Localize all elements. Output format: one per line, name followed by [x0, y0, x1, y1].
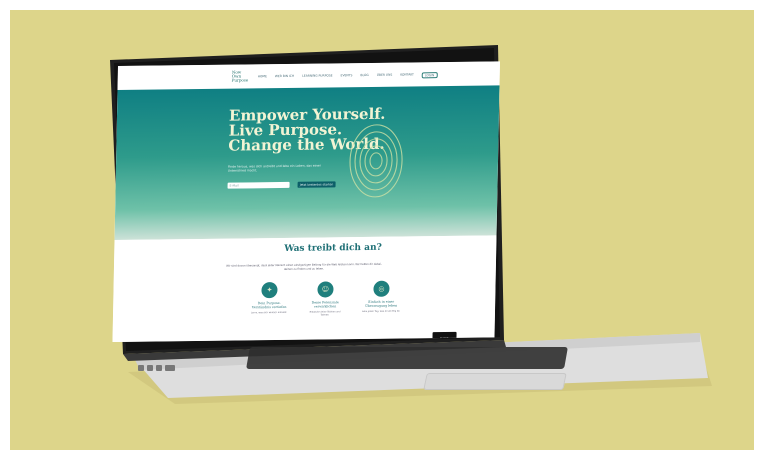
compass-icon: ✦: [261, 282, 278, 299]
nav-blog[interactable]: BLOG: [360, 73, 368, 79]
email-input[interactable]: E-Mail: [227, 181, 290, 189]
feature-desc-1: Lerne, was dich wirklich antreibt.: [250, 310, 288, 315]
trackpad: [423, 373, 567, 390]
target-icon: ◎: [373, 280, 390, 297]
site-logo[interactable]: Now Own Purpose: [229, 68, 249, 84]
main-menu: HOME WER BIN ICH LEARNING PURPOSE EVENTS…: [258, 72, 438, 80]
nav-ueber-uns[interactable]: ÜBER UNS: [377, 73, 393, 79]
section-heading: Was treibt dich an?: [284, 242, 382, 254]
nav-learning-purpose[interactable]: LEARNING PURPOSE: [302, 73, 333, 79]
fingerprint-rings-graphic: [349, 124, 403, 198]
was-treibt-dich-an-section: Was treibt dich an? Wir sind davon überz…: [112, 235, 497, 342]
side-ports: [138, 365, 175, 371]
start-free-button[interactable]: Jetzt kostenlos starten: [297, 181, 336, 188]
nav-kontakt[interactable]: KONTAKT: [400, 72, 414, 78]
nav-wer-bin-ich[interactable]: WER BIN ICH: [275, 74, 294, 80]
person-icon: ☺: [317, 281, 334, 298]
hero-subtext: Finde heraus, was dich antreibt und lebe…: [227, 163, 322, 173]
keyboard: [246, 347, 568, 369]
feature-card-2[interactable]: ☺ Deine Potenziale verwirklichen Entdecke…: [305, 281, 346, 317]
section-intro: Wir sind davon überzeugt, dass jeder Men…: [226, 262, 382, 271]
logo-text: Now Own Purpose: [231, 69, 249, 83]
feature-desc-3: Lebe jeden Tag, was dir wichtig ist.: [361, 309, 401, 314]
hero-section: Empower Yourself. Live Purpose. Change t…: [114, 85, 500, 240]
feature-card-1[interactable]: ✦ Dein Purpose- Verständnis vertiefen Ler…: [249, 282, 290, 314]
feature-desc-2: Entdecke deine Stärken und Talente.: [309, 310, 341, 317]
laptop-screen: Now Own Purpose HOME WER BIN ICH LEARNING…: [112, 61, 500, 342]
feature-title-2: Deine Potenziale verwirklichen: [311, 300, 339, 309]
nav-events[interactable]: EVENTS: [340, 73, 353, 79]
feature-title-1: Dein Purpose- Verständnis vertiefen: [251, 300, 287, 310]
feature-title-3: Einfach in einer Überzeugung leben: [365, 299, 398, 308]
nav-home[interactable]: HOME: [258, 74, 267, 80]
feature-card-3[interactable]: ◎ Einfach in einer Überzeugung leben Lebe…: [361, 280, 402, 314]
nav-login-button[interactable]: LOGIN: [421, 72, 438, 79]
